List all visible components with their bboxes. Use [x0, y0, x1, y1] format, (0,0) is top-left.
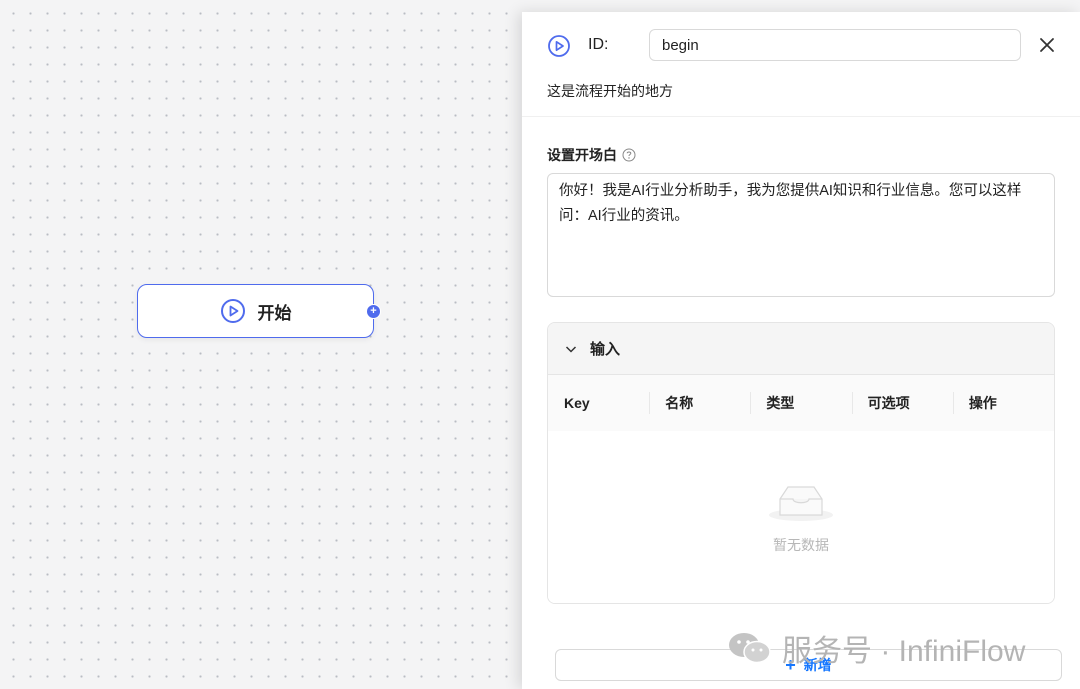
node-output-handle[interactable]: + — [366, 304, 381, 319]
column-header-type: 类型 — [750, 392, 851, 414]
close-button[interactable] — [1036, 34, 1058, 56]
column-header-name: 名称 — [649, 392, 750, 414]
question-circle-icon[interactable] — [622, 148, 636, 162]
divider — [522, 116, 1080, 117]
inputs-title: 输入 — [590, 341, 621, 358]
inputs-table-header: Key 名称 类型 可选项 操作 — [548, 375, 1054, 431]
node-description: 这是流程开始的地方 — [547, 83, 673, 99]
play-circle-icon — [547, 34, 571, 58]
id-input[interactable] — [649, 29, 1021, 61]
empty-state: 暂无数据 — [548, 431, 1054, 603]
begin-node[interactable]: 开始 + — [137, 284, 381, 338]
prologue-label: 设置开场白 — [547, 147, 617, 163]
prologue-label-row: 设置开场白 — [547, 145, 636, 165]
play-circle-icon — [220, 298, 246, 324]
node-config-drawer: ID: 这是流程开始的地方 设置开场白 你好！我是AI行业分析助手，我为您提供A… — [522, 12, 1080, 689]
wechat-icon — [728, 631, 772, 665]
column-header-actions: 操作 — [952, 392, 1054, 414]
watermark: 服务号 · InfiniFlow — [728, 626, 1025, 670]
column-header-key: Key — [564, 395, 590, 411]
close-icon — [1040, 38, 1054, 52]
chevron-down-icon — [564, 342, 578, 356]
id-label: ID: — [588, 36, 609, 53]
inputs-collapse-header[interactable]: 输入 — [548, 323, 1054, 375]
column-header-optional: 可选项 — [851, 392, 953, 414]
empty-inbox-icon — [768, 479, 834, 523]
inputs-section: 输入 Key 名称 类型 可选项 操作 暂无数据 — [547, 322, 1055, 604]
node-label: 开始 — [257, 303, 292, 323]
prologue-textarea[interactable]: 你好！我是AI行业分析助手，我为您提供AI知识和行业信息。您可以这样问：AI行业… — [547, 173, 1055, 297]
plus-icon: + — [370, 305, 377, 317]
watermark-text: 服务号 · InfiniFlow — [782, 635, 1026, 668]
empty-text: 暂无数据 — [773, 537, 829, 553]
